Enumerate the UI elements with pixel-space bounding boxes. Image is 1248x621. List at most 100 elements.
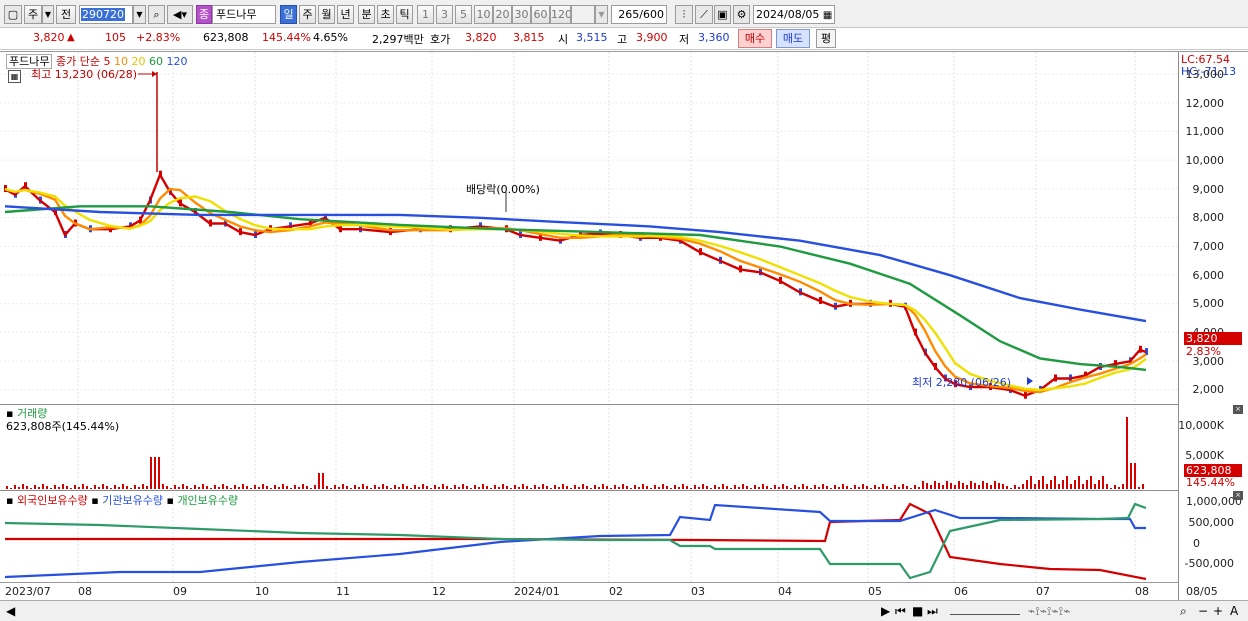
buy-button[interactable]: 매수 [738,29,772,48]
candle-type-icon[interactable]: ⫶ [675,5,693,24]
volume-bar [82,484,84,489]
volume-bar [906,486,908,489]
period-month-button[interactable]: 월 [318,5,335,24]
volume-bar [42,484,44,489]
volume-bar [50,488,52,489]
volume-bar [1054,476,1056,489]
chart-canvas[interactable] [0,52,1178,600]
volume-bar [346,486,348,489]
volume-bar [110,488,112,489]
period-day-button[interactable]: 일 [280,5,297,24]
chevron-down-icon[interactable]: ▼ [595,5,608,24]
up-arrow-icon: ▲ [67,32,75,43]
volume-bar [170,488,172,489]
volume-bar [98,487,100,489]
volume-bar [398,487,400,489]
volume-bar [406,486,408,489]
scroll-right-icon[interactable]: ▶ [881,603,890,619]
market-type-select[interactable]: 주 [24,5,42,24]
eval-button[interactable]: 평 [816,29,836,48]
draw-line-icon[interactable]: ⟋ [695,5,713,24]
font-size-icon[interactable]: A [1230,603,1238,619]
period-second-button[interactable]: 초 [377,5,394,24]
chevron-down-icon[interactable]: ▼ [42,5,54,24]
volume-bar [986,483,988,489]
count-total: /600 [639,8,664,21]
minute-option-60[interactable]: 60 [531,5,550,24]
ma-60-label: 60 [148,55,163,68]
volume-bar [926,483,928,489]
close-icon[interactable]: × [1233,405,1243,414]
volume-bar [794,485,796,489]
volume-bar [146,486,148,489]
volume-bar [278,487,280,489]
volume-bar [730,488,732,489]
period-week-button[interactable]: 주 [299,5,316,24]
volume-bar [122,484,124,489]
volume-bar [322,473,324,489]
gear-icon[interactable]: ⚙ [733,5,750,24]
volume-bar [482,484,484,489]
minute-option-30[interactable]: 30 [512,5,531,24]
zoom-search-icon[interactable]: ⌕ [1180,603,1187,619]
stock-code-input[interactable]: 290720 [79,5,133,24]
date-input[interactable]: 2024/08/05 ▦ [753,5,835,24]
open-price: 3,515 [576,31,608,44]
volume-bar [1122,484,1124,489]
volume-bar [78,487,80,489]
fast-forward-icon[interactable]: ⏭ [927,603,938,619]
volume-bar [234,485,236,489]
volume-bar [462,484,464,489]
zoom-out-icon[interactable]: − [1198,603,1208,619]
price-ytick: 9,000 [1192,183,1225,196]
minute-option-3[interactable]: 3 [436,5,453,24]
ma-60-line [4,205,1147,372]
scroll-left-icon[interactable]: ◀ [6,603,15,619]
current-price-tag: 3,820 [1184,332,1242,345]
minute-option-10[interactable]: 10 [474,5,493,24]
speaker-icon[interactable]: ◀▾ [167,5,193,24]
zoom-slider[interactable] [950,603,1020,615]
volume-bar [1010,488,1012,489]
stop-icon[interactable]: ■ [912,603,923,619]
prev-button[interactable]: 전 [56,5,76,24]
volume-bar [542,484,544,489]
stock-name-field[interactable]: 푸드나무 [212,5,276,24]
bid-price: 3,815 [513,31,545,44]
minute-custom-input[interactable] [571,5,595,24]
period-year-button[interactable]: 년 [337,5,354,24]
volume-bar [478,487,480,489]
volume-bar [54,485,56,489]
minute-option-5[interactable]: 5 [455,5,472,24]
low-label: 저 [679,33,690,46]
x-tick: 08 [1135,585,1149,598]
sell-button[interactable]: 매도 [776,29,810,48]
period-tick-button[interactable]: 틱 [396,5,413,24]
volume-bar [158,457,160,489]
x-tick: 12 [432,585,446,598]
chart-tools-icon[interactable]: ⌁⟟⌁⟟⌁⟟⌁ [1028,603,1070,619]
minute-option-1[interactable]: 1 [417,5,434,24]
volume-bar [1106,484,1108,489]
chevron-down-icon[interactable]: ▼ [133,5,146,24]
save-icon[interactable]: ▣ [714,5,731,24]
minute-option-120[interactable]: 120 [550,5,571,24]
volume-bar [138,487,140,489]
volume-bar [742,484,744,489]
period-minute-button[interactable]: 분 [358,5,375,24]
volume-bar [490,488,492,489]
close-icon[interactable]: × [1233,491,1243,500]
date-value: 2024/08/05 [756,8,820,21]
rewind-icon[interactable]: ⏮ [895,603,906,619]
minute-option-20[interactable]: 20 [493,5,512,24]
volume-bar [26,486,28,489]
volume-bar [846,486,848,489]
search-icon[interactable]: ⌕ [148,5,165,24]
bottom-control-bar: ◀ ▶ ⏮ ■ ⏭ ⌁⟟⌁⟟⌁⟟⌁ ⌕ − + A [0,600,1248,621]
grid-toggle-icon[interactable]: ▦ [8,70,21,83]
window-menu-icon[interactable]: ▢ [4,5,22,24]
calendar-icon[interactable]: ▦ [823,10,832,21]
volume-bar [842,484,844,489]
zoom-in-icon[interactable]: + [1213,603,1223,619]
count-field[interactable]: 265/600 [611,5,667,24]
